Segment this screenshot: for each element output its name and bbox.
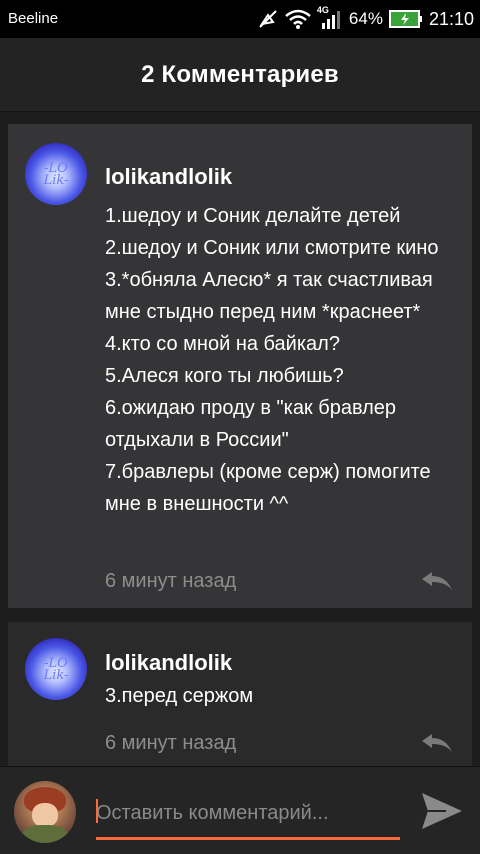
status-icons: 4G 64% 21:10: [257, 5, 474, 32]
comment-composer: [0, 766, 480, 854]
avatar-logo-text: -LO Lik-: [43, 161, 69, 188]
text-cursor: [96, 799, 98, 823]
user-avatar[interactable]: [14, 781, 76, 843]
comment-item[interactable]: -LO Lik- lolikandlolik 3.перед сержом 6 …: [8, 622, 472, 766]
signal-icon: 4G: [317, 5, 343, 31]
clock: 21:10: [428, 8, 474, 29]
reply-icon[interactable]: [420, 732, 454, 754]
wifi-icon: [285, 9, 311, 29]
comment-item[interactable]: -LO Lik- lolikandlolik 1.шедоу и Соник д…: [8, 124, 472, 608]
page-title: 2 Комментариев: [141, 60, 339, 88]
comments-list[interactable]: -LO Lik- lolikandlolik 1.шедоу и Соник д…: [0, 112, 480, 766]
mute-icon: [259, 10, 277, 28]
comment-time: 6 минут назад: [105, 570, 237, 592]
comment-username[interactable]: lolikandlolik: [105, 164, 232, 190]
battery-percent: 64%: [348, 9, 383, 28]
comment-text: 1.шедоу и Соник делайте детей 2.шедоу и …: [105, 205, 439, 515]
header: 2 Комментариев: [0, 38, 480, 112]
comment-input[interactable]: [96, 791, 400, 835]
reply-icon[interactable]: [420, 570, 454, 592]
input-underline: [96, 837, 400, 840]
avatar-logo-text: -LO Lik-: [43, 656, 69, 683]
avatar[interactable]: -LO Lik-: [25, 143, 87, 205]
carrier-name: Beeline: [8, 10, 59, 27]
battery-charging-icon: [388, 10, 422, 28]
send-button[interactable]: [420, 791, 464, 831]
avatar[interactable]: -LO Lik-: [25, 638, 87, 700]
comment-time: 6 минут назад: [105, 732, 237, 754]
comment-username[interactable]: lolikandlolik: [105, 650, 232, 676]
status-bar: Beeline 4G 64% 21:10: [0, 0, 480, 38]
comment-text: 3.перед сержом: [105, 685, 254, 707]
